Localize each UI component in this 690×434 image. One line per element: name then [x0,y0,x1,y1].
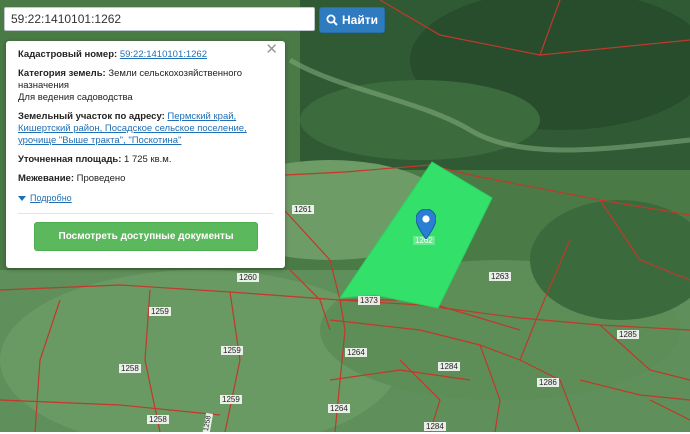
cadastral-number-row: Кадастровый номер: 59:22:1410101:1262 [18,49,273,61]
details-toggle[interactable]: Подробно [18,192,273,204]
land-category-row: Категория земель: Земли сельскохозяйстве… [18,68,273,104]
parcel-info-popup: ✕ Кадастровый номер: 59:22:1410101:1262 … [6,41,285,268]
area-label: Уточненная площадь: [18,154,122,165]
search-icon [326,14,338,26]
location-marker-icon[interactable] [416,209,436,239]
search-button-label: Найти [342,13,378,27]
close-icon[interactable]: ✕ [265,42,278,57]
search-input[interactable] [4,7,315,31]
caret-down-icon [18,195,26,201]
land-usage-value: Для ведения садоводства [18,92,133,103]
address-row: Земельный участок по адресу: Пермский кр… [18,111,273,147]
area-value: 1 725 кв.м. [124,154,172,165]
view-documents-button[interactable]: Посмотреть доступные документы [34,222,258,251]
details-label: Подробно [30,193,72,203]
divider [18,213,273,214]
survey-value: Проведено [76,173,126,184]
survey-label: Межевание: [18,173,74,184]
area-row: Уточненная площадь: 1 725 кв.м. [18,154,273,166]
cadastral-number-link[interactable]: 59:22:1410101:1262 [120,49,207,60]
survey-row: Межевание: Проведено [18,173,273,185]
cadastral-number-label: Кадастровый номер: [18,49,118,60]
address-label: Земельный участок по адресу: [18,111,165,122]
search-button[interactable]: Найти [319,7,385,33]
land-category-label: Категория земель: [18,68,106,79]
search-bar: Найти [4,7,385,33]
